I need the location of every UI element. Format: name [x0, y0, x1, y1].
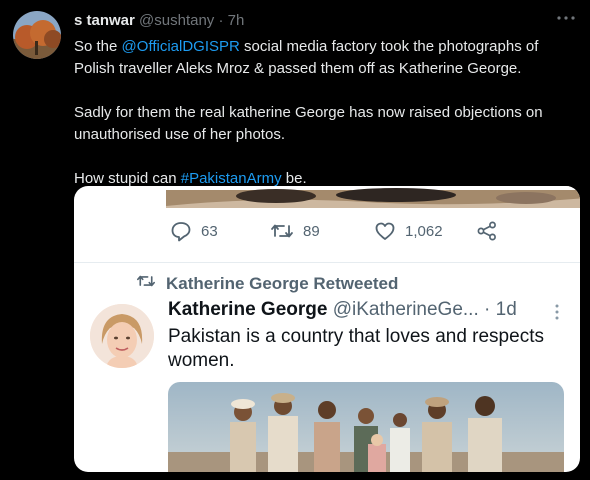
- like-action[interactable]: 1,062: [374, 220, 443, 242]
- reply-count: 63: [201, 222, 218, 240]
- inner-author-handle[interactable]: @iKatherineGe...: [333, 299, 479, 320]
- retweet-icon: [136, 272, 156, 295]
- author-avatar[interactable]: [13, 11, 61, 59]
- text-line: Sadly for them the real katherine George…: [74, 104, 543, 121]
- more-horizontal-icon[interactable]: [554, 8, 578, 28]
- inner-author-avatar[interactable]: [90, 304, 154, 368]
- attached-screenshot[interactable]: 63 89 1,062 Katherine George Retweeted K…: [74, 186, 580, 472]
- cropped-photo-bottom: [166, 186, 580, 208]
- retweet-icon: [270, 220, 294, 242]
- retweet-count: 89: [303, 222, 320, 240]
- heart-icon: [374, 220, 396, 242]
- retweet-action[interactable]: 89: [270, 220, 320, 242]
- text-line: Polish traveller Aleks Mroz & passed the…: [74, 60, 522, 77]
- time-separator: ·: [218, 12, 224, 29]
- reply-action[interactable]: 63: [170, 220, 218, 242]
- like-count: 1,062: [405, 222, 443, 240]
- tweet-header: s tanwar @sushtany · 7h: [74, 12, 244, 29]
- inner-tweet-photo[interactable]: [168, 382, 564, 472]
- inner-tweet-header: Katherine George @iKatherineGe... · 1d: [168, 299, 517, 321]
- text-line: unauthorised use of her photos.: [74, 126, 285, 143]
- tweet-time[interactable]: 7h: [228, 12, 245, 29]
- inner-tweet-time[interactable]: · 1d: [484, 299, 517, 320]
- text-segment: How stupid can: [74, 170, 181, 187]
- hashtag-link[interactable]: #PakistanArmy: [181, 170, 282, 187]
- author-handle[interactable]: @sushtany: [139, 12, 214, 29]
- tweet-text: So the @OfficialDGISPR social media fact…: [74, 36, 574, 190]
- author-name[interactable]: s tanwar: [74, 12, 135, 29]
- more-vertical-icon[interactable]: [550, 302, 564, 322]
- share-icon: [476, 220, 498, 242]
- reply-icon: [170, 220, 192, 242]
- inner-author-name[interactable]: Katherine George: [168, 299, 327, 320]
- retweeted-by-row: Katherine George Retweeted: [136, 272, 398, 295]
- text-segment: social media factory took the photograph…: [239, 38, 539, 55]
- text-segment: be.: [281, 170, 307, 187]
- inner-tweet-text: Pakistan is a country that loves and res…: [168, 326, 544, 371]
- share-action[interactable]: [476, 220, 498, 242]
- divider: [74, 262, 580, 263]
- mention-link[interactable]: @OfficialDGISPR: [122, 38, 240, 55]
- text-segment: So the: [74, 38, 122, 55]
- tweet-actions: 63 89 1,062: [74, 220, 580, 250]
- retweeted-label[interactable]: Katherine George Retweeted: [166, 274, 398, 294]
